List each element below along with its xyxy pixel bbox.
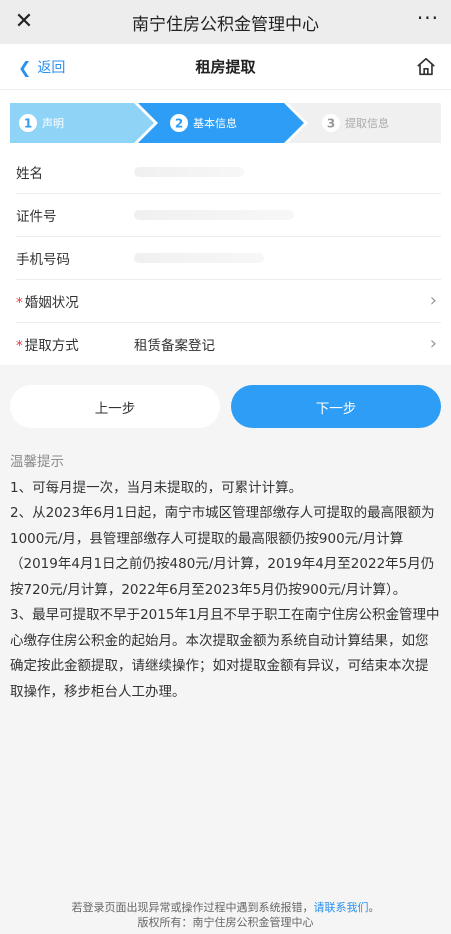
id-number-field[interactable]: 证件号 <box>0 193 451 236</box>
withdraw-method-select[interactable]: * 提取方式 租赁备案登记 › <box>0 322 451 365</box>
step-1-label: 声明 <box>42 116 64 130</box>
withdraw-method-label: * 提取方式 <box>16 337 79 354</box>
marital-status-label: * 婚姻状况 <box>16 294 79 311</box>
tips-heading: 温馨提示 <box>10 454 64 470</box>
window-topbar: ✕ 南宁住房公积金管理中心 ··· <box>0 0 451 44</box>
withdraw-method-value: 租赁备案登记 <box>134 337 215 354</box>
phone-label: 手机号码 <box>16 251 70 268</box>
home-icon[interactable] <box>415 56 437 78</box>
chevron-right-icon: › <box>429 290 437 311</box>
tip-item-2: 2、从2023年6月1日起，南宁市城区管理部缴存人可提取的最高限额为1000元/… <box>10 505 435 598</box>
name-label: 姓名 <box>16 165 43 182</box>
previous-step-button[interactable]: 上一步 <box>10 385 220 428</box>
page-title: 租房提取 <box>195 58 256 76</box>
tip-item-3: 3、最早可提取不早于2015年1月且不早于职工在南宁住房公积金管理中心缴存住房公… <box>10 607 440 700</box>
page-navbar: ❮ 返回 租房提取 <box>0 44 451 90</box>
step-2-number: 2 <box>175 117 183 131</box>
copyright-text: 版权所有：南宁住房公积金管理中心 <box>137 916 314 929</box>
basic-info-form: 姓名 证件号 手机号码 * 婚姻状况 › * 提取方式 租赁备案登记 › <box>0 150 451 365</box>
required-marker: * <box>16 337 23 354</box>
phone-field[interactable]: 手机号码 <box>0 236 451 279</box>
chevron-right-icon: › <box>429 333 437 354</box>
back-label: 返回 <box>37 60 66 76</box>
page-footer: 若登录页面出现异常或操作过程中遇到系统报错，请联系我们。 版权所有：南宁住房公积… <box>0 900 451 930</box>
phone-value <box>134 252 437 263</box>
footer-line-1: 若登录页面出现异常或操作过程中遇到系统报错，请联系我们。 <box>71 901 380 914</box>
tip-item-1: 1、可每月提一次，当月未提取的，可累计计算。 <box>10 479 303 496</box>
chevron-left-icon: ❮ <box>18 57 32 77</box>
name-field[interactable]: 姓名 <box>0 150 451 193</box>
id-number-value <box>134 209 437 220</box>
more-options-icon[interactable]: ··· <box>417 6 439 30</box>
step-1-number: 1 <box>24 117 32 131</box>
id-number-label: 证件号 <box>16 208 57 225</box>
close-icon[interactable]: ✕ <box>10 8 38 36</box>
step-3-number: 3 <box>327 117 335 131</box>
step-3-label: 提取信息 <box>345 116 389 130</box>
next-step-button[interactable]: 下一步 <box>231 385 441 428</box>
tips-section: 温馨提示 1、可每月提一次，当月未提取的，可累计计算。 2、从2023年6月1日… <box>0 428 451 705</box>
step-2-label: 基本信息 <box>193 116 237 130</box>
window-title: 南宁住房公积金管理中心 <box>132 14 319 35</box>
contact-us-link[interactable]: 请联系我们 <box>314 901 369 914</box>
required-marker: * <box>16 294 23 311</box>
step-buttons: 上一步 下一步 <box>0 365 451 428</box>
step-indicator: 1 声明 2 基本信息 3 提取信息 <box>0 90 451 150</box>
marital-status-select[interactable]: * 婚姻状况 › <box>0 279 451 322</box>
name-value <box>134 166 437 177</box>
back-button[interactable]: ❮ 返回 <box>18 44 65 90</box>
